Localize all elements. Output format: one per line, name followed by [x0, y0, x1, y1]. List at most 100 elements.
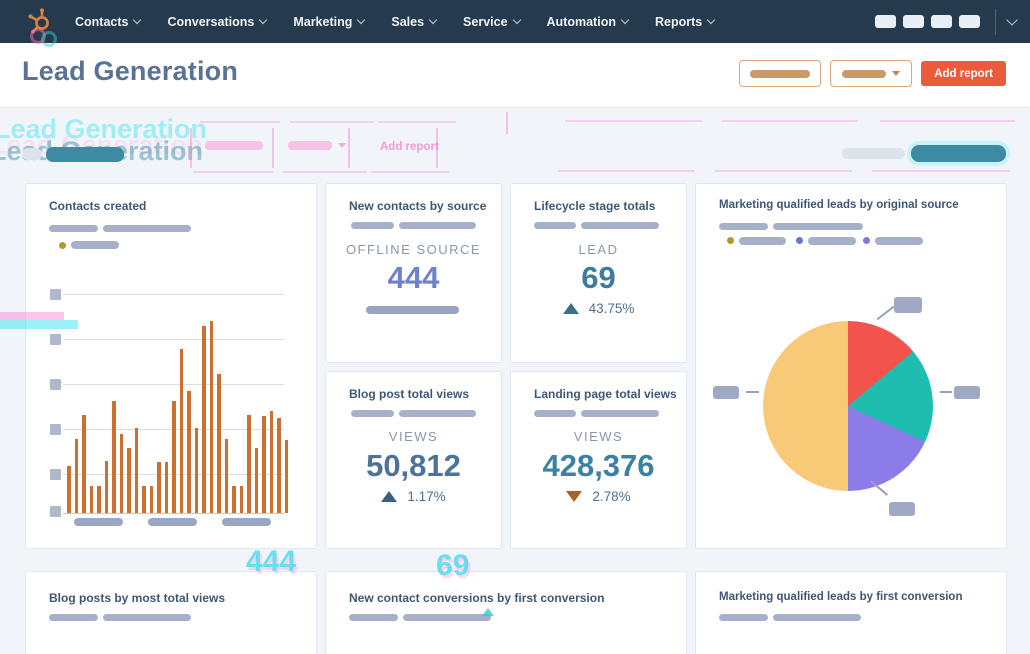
bar	[142, 486, 146, 513]
chevron-down-icon	[357, 15, 366, 25]
toolbar-filter-button-skeleton[interactable]	[46, 147, 124, 162]
nav-item-automation[interactable]: Automation	[547, 15, 630, 29]
card-contacts-created: Contacts created	[25, 183, 317, 549]
nav-right-icons	[875, 0, 1018, 43]
legend-dot	[727, 237, 734, 244]
toolbar-action-button-skeleton[interactable]	[911, 145, 1006, 162]
report-title: Marketing qualified leads by original so…	[719, 199, 959, 211]
legend-dot	[59, 242, 66, 249]
bar	[247, 415, 251, 513]
card-lifecycle-stage-totals: Lifecycle stage totals LEAD 69 43.75%	[510, 183, 687, 363]
chevron-down-icon	[133, 15, 142, 25]
nav-item-label: Contacts	[75, 14, 129, 29]
nav-icon-placeholder-2[interactable]	[903, 15, 924, 28]
bar	[277, 418, 281, 513]
subtitle-skeleton	[773, 614, 861, 621]
legend-label-skeleton	[739, 237, 786, 245]
nav-icon-placeholder-1[interactable]	[875, 15, 896, 28]
skeleton-bar	[842, 69, 887, 78]
glitch-artifact	[872, 170, 1010, 172]
subtitle-skeleton	[351, 222, 394, 229]
caret-down-icon	[892, 71, 901, 76]
metric-value: 444	[387, 260, 440, 295]
bar	[262, 416, 266, 513]
report-title: Lifecycle stage totals	[534, 199, 656, 213]
nav-item-label: Marketing	[293, 14, 353, 29]
pie-chart	[763, 321, 933, 491]
bar	[239, 486, 243, 513]
dashboard-action-button-skeleton[interactable]	[739, 60, 822, 87]
glitch-ghost-button-label: Add report	[380, 141, 439, 153]
triangle-up-icon	[562, 303, 579, 314]
add-report-button[interactable]: Add report	[921, 61, 1006, 86]
subtitle-skeleton	[581, 410, 659, 417]
glitch-artifact	[205, 141, 263, 150]
glitch-artifact	[272, 128, 274, 168]
glitch-artifact	[506, 112, 508, 134]
subtitle-skeleton	[534, 410, 576, 417]
toolbar-skeleton-label	[22, 148, 42, 160]
glitch-artifact	[338, 143, 346, 148]
y-tick-skeleton	[50, 469, 61, 480]
nav-item-conversations[interactable]: Conversations	[167, 15, 268, 29]
nav-item-sales[interactable]: Sales	[391, 15, 438, 29]
nav-icon-placeholder-3[interactable]	[931, 15, 952, 28]
nav-item-marketing[interactable]: Marketing	[293, 14, 366, 29]
x-axis-label-skeleton	[222, 518, 271, 526]
bar	[269, 411, 273, 513]
glitch-artifact	[200, 121, 280, 123]
pie-callout-label-skeleton	[954, 386, 980, 399]
card-blog-post-total-views: Blog post total views VIEWS 50,812 1.17%	[325, 371, 502, 549]
subtitle-skeleton	[534, 222, 576, 229]
x-axis-line	[63, 513, 284, 514]
card-blog-posts-by-most-total-views: Blog posts by most total views	[25, 571, 317, 654]
bar	[284, 440, 288, 513]
skeleton-bar	[750, 69, 811, 78]
subtitle-skeleton	[103, 225, 191, 232]
metric-label: LEAD	[578, 242, 619, 257]
dashboard-dropdown-button-skeleton[interactable]	[830, 60, 913, 87]
y-tick-skeleton	[50, 334, 61, 345]
pie-callout-line	[746, 391, 759, 393]
subtitle-skeleton	[49, 225, 98, 232]
glitch-artifact	[193, 171, 273, 173]
nav-item-reports[interactable]: Reports	[654, 14, 716, 29]
toolbar-skeleton-label-right	[842, 148, 905, 159]
report-title: Marketing qualified leads by first conve…	[719, 591, 963, 603]
subtitle-skeleton	[581, 222, 659, 229]
bar	[119, 434, 123, 513]
header-actions: Add report	[739, 60, 1006, 87]
subtitle-skeleton	[399, 222, 476, 229]
nav-item-label: Reports	[654, 14, 703, 29]
glitch-artifact	[436, 128, 438, 168]
bar	[254, 448, 258, 513]
chevron-down-icon	[620, 15, 630, 25]
delta-value: 1.17%	[407, 489, 446, 504]
x-axis-label-skeleton	[148, 518, 197, 526]
nav-divider	[995, 8, 996, 35]
bar	[112, 401, 116, 513]
card-new-contact-conversions-by-first-conversion: New contact conversions by first convers…	[325, 571, 687, 654]
glitch-artifact	[283, 171, 367, 173]
subtitle-skeleton	[773, 223, 863, 230]
nav-item-contacts[interactable]: Contacts	[75, 14, 142, 29]
delta-row: 43.75%	[511, 301, 686, 316]
bar	[89, 486, 93, 513]
triangle-up-icon	[381, 491, 398, 502]
report-title: Blog posts by most total views	[49, 591, 226, 605]
nav-icon-placeholder-4[interactable]	[959, 15, 980, 28]
subtitle-skeleton	[49, 614, 98, 621]
hubspot-dashboard: Contacts Conversations Marketing Sales Servi…	[0, 0, 1030, 654]
y-tick-skeleton	[50, 424, 61, 435]
chevron-down-icon	[428, 15, 438, 25]
subtitle-skeleton	[103, 614, 191, 621]
account-chevron-down-icon[interactable]	[1006, 13, 1018, 26]
x-axis-label-skeleton	[74, 518, 123, 526]
glitch-artifact	[722, 120, 858, 122]
bar	[209, 321, 213, 513]
legend-label-skeleton	[875, 237, 923, 245]
report-title: Landing page total views	[534, 387, 677, 401]
nav-item-service[interactable]: Service	[463, 15, 521, 29]
delta-value: 43.75%	[588, 301, 635, 316]
hubspot-sprocket-icon[interactable]	[26, 7, 54, 35]
